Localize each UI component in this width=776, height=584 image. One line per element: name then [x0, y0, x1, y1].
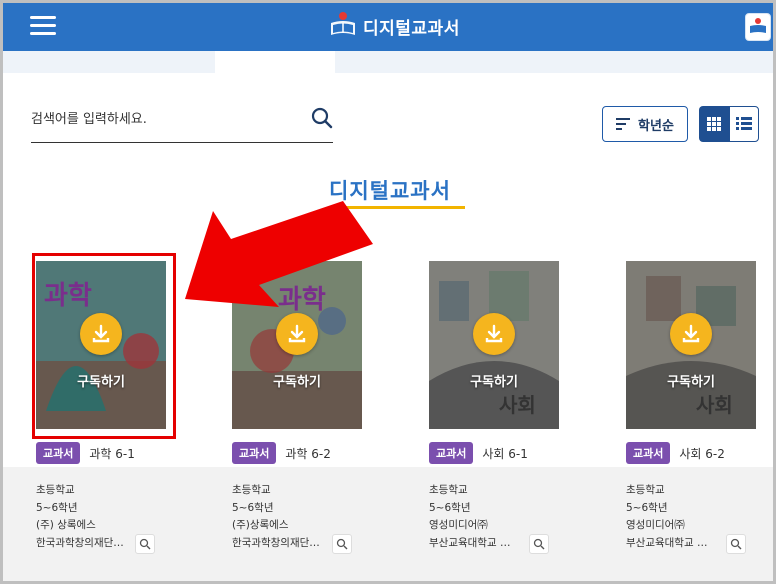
type-badge: 교과서 [36, 442, 81, 464]
book-meta: 교과서 사회 6-1 [429, 440, 528, 466]
type-badge: 교과서 [232, 442, 277, 464]
publisher: 영성미디어㈜ [626, 519, 685, 531]
publisher: 영성미디어㈜ [429, 519, 488, 531]
type-badge: 교과서 [626, 442, 671, 464]
download-icon[interactable] [276, 313, 318, 355]
subscribe-label: 구독하기 [273, 375, 321, 390]
sub-tab-bar [3, 51, 773, 73]
book-meta: 교과서 과학 6-2 [232, 440, 331, 466]
book-meta: 교과서 과학 6-1 [36, 440, 135, 466]
pointer-arrow-icon [185, 201, 373, 307]
site-logo[interactable]: 디지털교과서 [329, 11, 460, 41]
book-info: 초등학교 5~6학년 영성미디어㈜ 부산교육대학교 … [626, 482, 707, 552]
site-title: 디지털교과서 [363, 18, 460, 39]
search-bar [31, 99, 333, 143]
book-info: 초등학교 5~6학년 (주)상록에스 한국과학창의재단… [232, 482, 320, 552]
tab-active[interactable] [215, 51, 335, 73]
book-name[interactable]: 과학 6-1 [89, 445, 135, 462]
app-icon[interactable] [745, 13, 771, 41]
grade-range: 5~6학년 [232, 501, 274, 514]
sort-label: 학년순 [638, 118, 674, 134]
book-meta: 교과서 사회 6-2 [626, 440, 725, 466]
author: 부산교육대학교 … [429, 536, 511, 549]
school-level: 초등학교 [429, 484, 468, 496]
grade-range: 5~6학년 [429, 501, 471, 514]
book-cover[interactable]: 구독하기 사회 [429, 261, 559, 429]
book-logo-icon [329, 11, 357, 41]
grid-view-button[interactable] [699, 106, 729, 142]
grade-range: 5~6학년 [626, 501, 668, 514]
detail-search-icon[interactable] [135, 534, 155, 554]
subscribe-label: 구독하기 [470, 375, 518, 390]
book-cover[interactable]: 구독하기 사회 [626, 261, 756, 429]
search-icon[interactable] [311, 107, 333, 129]
subscribe-label: 구독하기 [667, 375, 715, 390]
highlight-box [32, 253, 176, 439]
author: 한국과학창의재단… [232, 536, 320, 549]
app-window: 디지털교과서 학년순 [0, 0, 776, 584]
cover-title: 사회 [696, 393, 733, 417]
book-info: 초등학교 5~6학년 영성미디어㈜ 부산교육대학교 … [429, 482, 510, 552]
detail-search-icon[interactable] [529, 534, 549, 554]
sort-icon [616, 118, 631, 130]
grade-range: 5~6학년 [36, 501, 78, 514]
sort-button[interactable]: 학년순 [602, 106, 688, 142]
search-input[interactable] [31, 105, 291, 133]
book-name[interactable]: 사회 6-1 [482, 445, 528, 462]
download-icon[interactable] [670, 313, 712, 355]
list-view-button[interactable] [729, 106, 759, 142]
detail-search-icon[interactable] [726, 534, 746, 554]
list-icon [736, 117, 752, 130]
school-level: 초등학교 [36, 484, 75, 496]
publisher: (주) 상록에스 [36, 519, 96, 531]
top-header: 디지털교과서 [3, 3, 773, 51]
download-icon[interactable] [473, 313, 515, 355]
cover-title: 사회 [499, 393, 536, 417]
author: 한국과학창의재단… [36, 536, 124, 549]
author: 부산교육대학교 … [626, 536, 708, 549]
book-info: 초등학교 5~6학년 (주) 상록에스 한국과학창의재단… [36, 482, 124, 552]
menu-icon[interactable] [30, 14, 56, 36]
school-level: 초등학교 [232, 484, 271, 496]
publisher: (주)상록에스 [232, 519, 289, 531]
type-badge: 교과서 [429, 442, 474, 464]
detail-search-icon[interactable] [332, 534, 352, 554]
book-name[interactable]: 사회 6-2 [679, 445, 725, 462]
grid-icon [707, 117, 721, 131]
school-level: 초등학교 [626, 484, 665, 496]
book-name[interactable]: 과학 6-2 [285, 445, 331, 462]
